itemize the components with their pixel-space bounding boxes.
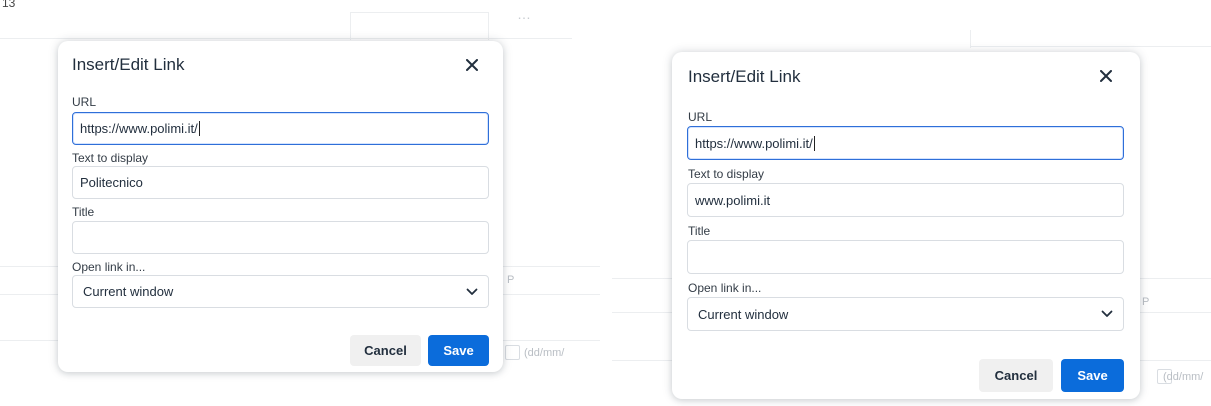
chevron-down-icon [1101,310,1113,317]
bg-divider [350,12,351,40]
cancel-button[interactable]: Cancel [350,335,421,366]
cancel-button[interactable]: Cancel [979,359,1053,392]
open-link-in-label: Open link in... [72,260,146,274]
title-input[interactable] [72,221,489,254]
open-link-in-value: Current window [698,306,789,322]
text-to-display-input[interactable] [687,183,1124,217]
url-label: URL [72,95,97,109]
url-value: https://www.polimi.it/ [695,135,813,151]
title-label: Title [688,224,711,238]
text-to-display-input[interactable] [72,166,489,199]
bg-letter: P [1142,296,1150,308]
close-button[interactable] [1096,66,1116,86]
bg-divider [488,12,489,40]
url-label: URL [688,110,713,124]
text-to-display-label: Text to display [688,167,765,181]
bg-divider [350,12,488,13]
open-link-in-select[interactable]: Current window [72,275,489,308]
bg-divider [0,38,572,39]
open-link-in-label: Open link in... [688,281,762,295]
url-input[interactable]: https://www.polimi.it/ [687,126,1124,160]
url-value: https://www.polimi.it/ [80,121,198,136]
dialog-title: Insert/Edit Link [688,67,801,86]
text-to-display-label: Text to display [72,151,149,165]
bg-divider [970,46,1211,47]
open-link-in-select[interactable]: Current window [687,297,1124,331]
title-input[interactable] [687,240,1124,274]
close-icon [1100,70,1112,82]
close-icon [466,59,478,71]
bg-letter: P [507,274,515,286]
save-button[interactable]: Save [428,335,489,366]
close-button[interactable] [462,55,482,75]
open-link-in-value: Current window [83,284,174,299]
text-caret [813,135,815,151]
more-icon: … [517,6,532,22]
insert-link-dialog: Insert/Edit Link URL https://www.polimi.… [672,52,1140,399]
save-button[interactable]: Save [1061,359,1124,392]
insert-link-dialog: Insert/Edit Link URL https://www.polimi.… [58,41,503,372]
bg-date-hint: (dd/mm/ [1163,371,1204,383]
corner-number: 13 [2,0,16,10]
chevron-down-icon [466,288,478,295]
bg-date-box [505,345,520,360]
text-caret [198,121,200,136]
bg-divider [970,30,971,48]
title-label: Title [72,205,95,219]
dialog-title: Insert/Edit Link [72,55,185,74]
url-input[interactable]: https://www.polimi.it/ [72,112,489,145]
bg-date-hint: (dd/mm/ [524,347,565,359]
